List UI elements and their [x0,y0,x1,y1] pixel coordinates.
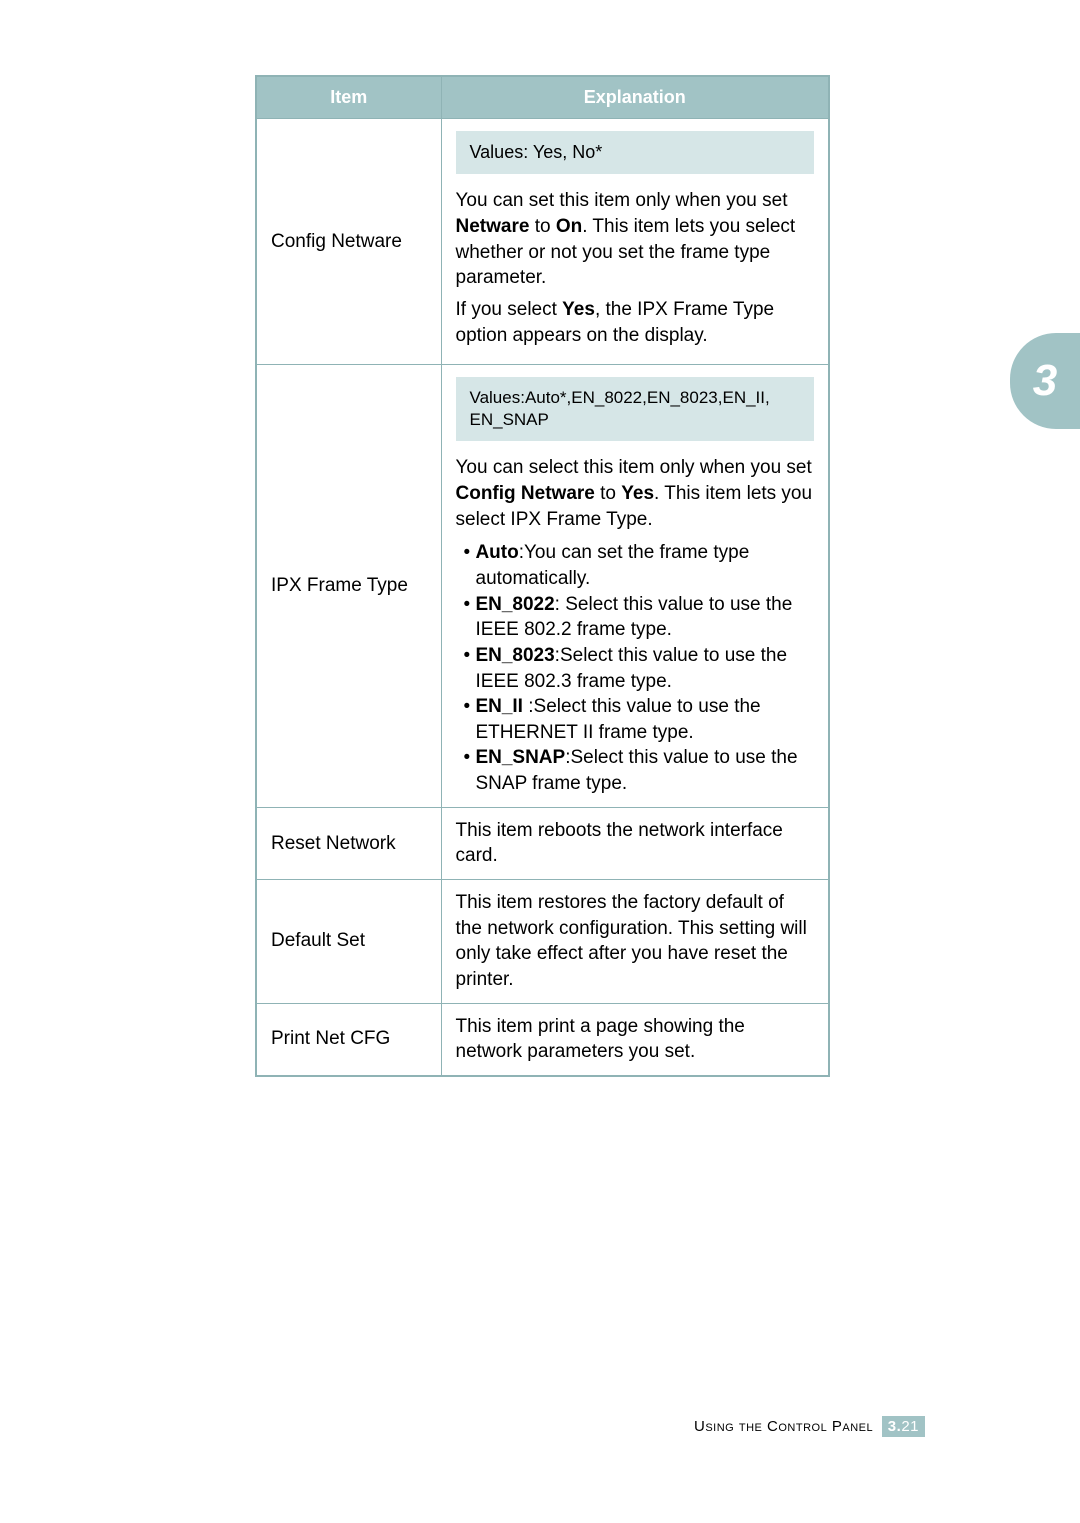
text-bold: Netware [456,216,530,237]
bullet-auto: • Auto:You can set the frame type automa… [456,540,815,591]
item-ipx-frame-type: IPX Frame Type [256,365,441,808]
table-header-row: Item Explanation [256,76,829,119]
item-config-netware: Config Netware [256,119,441,365]
values-ipx-frame-type: Values:Auto*,EN_8022,EN_8023,EN_II, EN_S… [456,377,815,441]
item-default-set: Default Set [256,880,441,1004]
ipx-bullets: • Auto:You can set the frame type automa… [456,540,815,796]
col-header-explanation: Explanation [441,76,829,119]
bullet-icon: • [464,594,476,615]
text: to [529,216,555,237]
text: You can set this item only when you set [456,190,788,211]
document-page: Item Explanation Config Netware Values: … [0,0,1080,1523]
footer-chapter: 3. [888,1418,902,1435]
explanation-reset-network: This item reboots the network interface … [441,807,829,879]
footer-label: Using the Control Panel [694,1418,873,1435]
bullet-enii: • EN_II :Select this value to use the ET… [456,694,815,745]
text-bold: EN_8023 [475,645,554,666]
page-footer: Using the Control Panel 3.21 [694,1418,925,1435]
row-default-set: Default Set This item restores the facto… [256,880,829,1004]
item-print-net-cfg: Print Net CFG [256,1003,441,1076]
footer-page-number: 21 [901,1418,919,1435]
text: You can select this item only when you s… [456,457,812,478]
text-bold: EN_8022 [475,594,554,615]
text-bold: On [556,216,582,237]
text-bold: Yes [562,299,595,320]
config-netware-p1: You can set this item only when you set … [456,188,815,291]
explanation-default-set: This item restores the factory default o… [441,880,829,1004]
explanation-config-netware: Values: Yes, No* You can set this item o… [441,119,829,365]
bullet-ensnap: • EN_SNAP:Select this value to use the S… [456,745,815,796]
values-config-netware: Values: Yes, No* [456,131,815,174]
row-config-netware: Config Netware Values: Yes, No* You can … [256,119,829,365]
text: to [595,483,621,504]
bullet-en8022: • EN_8022: Select this value to use the … [456,592,815,643]
bullet-en8023: • EN_8023:Select this value to use the I… [456,643,815,694]
explanation-print-net-cfg: This item print a page showing the netwo… [441,1003,829,1076]
config-netware-p2: If you select Yes, the IPX Frame Type op… [456,297,815,348]
row-reset-network: Reset Network This item reboots the netw… [256,807,829,879]
text-bold: EN_II [475,696,523,717]
ipx-p1: You can select this item only when you s… [456,455,815,532]
row-ipx-frame-type: IPX Frame Type Values:Auto*,EN_8022,EN_8… [256,365,829,808]
settings-table: Item Explanation Config Netware Values: … [255,75,830,1077]
bullet-icon: • [464,747,476,768]
text-bold: EN_SNAP [475,747,565,768]
bullet-icon: • [464,696,476,717]
col-header-item: Item [256,76,441,119]
text-bold: Yes [621,483,654,504]
text: If you select [456,299,563,320]
item-reset-network: Reset Network [256,807,441,879]
text-bold: Auto [475,542,518,563]
bullet-icon: • [464,542,476,563]
text-bold: Config Netware [456,483,595,504]
explanation-ipx-frame-type: Values:Auto*,EN_8022,EN_8023,EN_II, EN_S… [441,365,829,808]
row-print-net-cfg: Print Net CFG This item print a page sho… [256,1003,829,1076]
footer-page-box: 3.21 [882,1416,925,1437]
bullet-icon: • [464,645,476,666]
chapter-tab: 3 [1010,333,1080,429]
